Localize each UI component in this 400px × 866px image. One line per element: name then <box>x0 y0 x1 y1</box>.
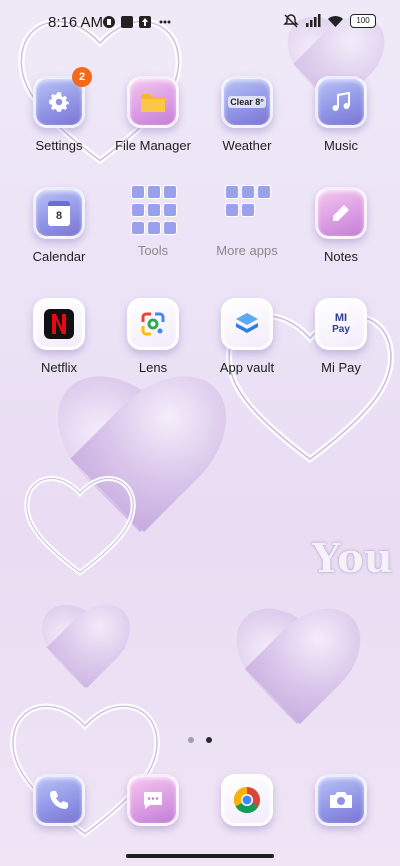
messages-tile[interactable] <box>127 774 179 826</box>
folder-app-icon <box>131 203 145 217</box>
notification-icon <box>103 16 115 28</box>
status-bar: 8:16 AM 100 <box>0 8 400 36</box>
music-tile[interactable] <box>315 76 367 128</box>
folder-icon-grid[interactable] <box>130 185 177 235</box>
mi-pay-logo-text: MI <box>334 312 348 324</box>
mi-pay-logo-icon: MI Pay <box>332 312 350 336</box>
app-label: File Manager <box>115 138 191 153</box>
netflix-logo-icon <box>44 309 74 339</box>
battery-level: 100 <box>356 16 370 25</box>
app-label: Calendar <box>32 249 86 264</box>
wallpaper-heart <box>30 608 140 708</box>
wallpaper-outline-heart <box>24 475 136 576</box>
folder-app-icon <box>241 203 255 217</box>
app-weather[interactable]: Clear 8° Weather <box>200 76 294 153</box>
folder-icon <box>141 94 165 112</box>
weather-icon-text: Clear 8° <box>228 96 266 108</box>
lens-tile[interactable] <box>127 298 179 350</box>
signal-icon <box>306 14 321 27</box>
app-label: Mi Pay <box>321 360 361 375</box>
folder-app-icon <box>163 203 177 217</box>
phone-icon <box>50 791 68 809</box>
folder-app-icon <box>163 221 177 235</box>
folder-app-icon <box>131 185 145 199</box>
clock: 8:16 AM <box>48 14 104 31</box>
calendar-icon: 8 <box>48 200 70 226</box>
page-dot-active[interactable] <box>206 737 213 743</box>
folder-app-icon <box>225 203 239 217</box>
folder-icon-grid[interactable] <box>224 185 271 233</box>
dock-chrome[interactable] <box>200 774 294 826</box>
phone-tile[interactable] <box>33 774 85 826</box>
folder-app-icon <box>131 221 145 235</box>
notes-tile[interactable] <box>315 187 367 239</box>
folder-app-icon <box>147 203 161 217</box>
gallery-icon <box>121 16 133 28</box>
camera-icon <box>330 792 352 808</box>
app-settings[interactable]: 2 Settings <box>12 67 106 153</box>
app-vault[interactable]: App vault <box>200 298 294 375</box>
app-label: Settings <box>35 138 83 153</box>
app-file-manager[interactable]: File Manager <box>106 76 200 153</box>
app-label: More apps <box>216 243 278 258</box>
folder-app-icon <box>225 185 239 199</box>
weather-tile[interactable]: Clear 8° <box>221 76 273 128</box>
app-label: Weather <box>222 138 272 153</box>
app-vault-icon <box>236 313 258 333</box>
netflix-tile[interactable] <box>33 298 85 350</box>
app-label: App vault <box>219 360 275 375</box>
messages-icon <box>144 792 162 809</box>
notification-badge: 2 <box>72 67 92 87</box>
mi-pay-tile[interactable]: MI Pay <box>315 298 367 350</box>
dock-camera[interactable] <box>294 774 388 826</box>
upload-icon <box>139 16 151 28</box>
camera-tile[interactable] <box>315 774 367 826</box>
music-note-icon <box>332 91 350 111</box>
gear-icon <box>49 92 69 112</box>
app-music[interactable]: Music <box>294 76 388 153</box>
app-label: Music <box>324 138 358 153</box>
folder-app-icon <box>147 221 161 235</box>
chrome-icon <box>233 786 260 814</box>
dock-messages[interactable] <box>106 774 200 826</box>
app-label: Lens <box>138 360 168 375</box>
app-lens[interactable]: Lens <box>106 298 200 375</box>
folder-app-icon <box>241 185 255 199</box>
app-label: Netflix <box>40 360 78 375</box>
mi-pay-logo-text: Pay <box>332 324 350 335</box>
app-notes[interactable]: Notes <box>294 187 388 264</box>
app-netflix[interactable]: Netflix <box>12 298 106 375</box>
app-mi-pay[interactable]: MI Pay Mi Pay <box>294 298 388 375</box>
wallpaper-outline-heart <box>10 703 160 838</box>
settings-tile[interactable]: 2 <box>33 67 92 128</box>
mute-icon <box>283 14 299 28</box>
folder-tools[interactable]: Tools <box>106 185 200 258</box>
app-calendar[interactable]: 8 Calendar <box>12 187 106 264</box>
gesture-handle[interactable] <box>126 854 274 858</box>
app-label: Notes <box>324 249 358 264</box>
file-manager-tile[interactable] <box>127 76 179 128</box>
folder-more-apps[interactable]: More apps <box>200 185 294 258</box>
app-vault-tile[interactable] <box>221 298 273 350</box>
app-label: Tools <box>137 243 169 258</box>
dock-phone[interactable] <box>12 774 106 826</box>
pencil-icon <box>333 205 349 221</box>
chrome-tile[interactable] <box>221 774 273 826</box>
page-dot[interactable] <box>187 737 194 743</box>
page-indicator <box>0 730 400 748</box>
wallpaper-text: You <box>312 535 393 582</box>
wallpaper-heart <box>40 380 240 570</box>
lens-icon <box>141 312 165 336</box>
battery-icon: 100 <box>350 14 376 28</box>
folder-app-icon <box>163 185 177 199</box>
folder-app-icon <box>257 185 271 199</box>
calendar-day: 8 <box>55 209 63 222</box>
calendar-tile[interactable]: 8 <box>33 187 85 239</box>
folder-app-icon <box>147 185 161 199</box>
more-dots-icon <box>159 20 171 24</box>
wifi-icon <box>328 16 343 27</box>
